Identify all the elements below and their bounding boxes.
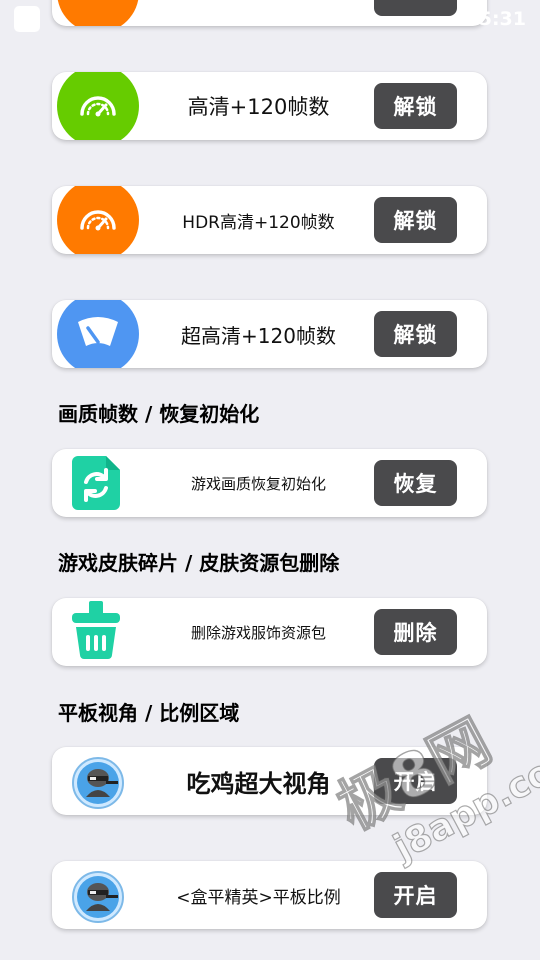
quality-reset-card: 游戏画质恢复初始化 恢复 — [52, 449, 487, 517]
section-title-skin-fragments: 游戏皮肤碎片 / 皮肤资源包删除 — [58, 551, 340, 575]
delete-button[interactable]: 删除 — [374, 609, 457, 655]
section-title-tablet-view: 平板视角 / 比例区域 — [58, 701, 240, 725]
partial-card — [52, 0, 487, 26]
notification-icon — [14, 6, 40, 32]
uhd-120fps-label: 超高清+120帧数 — [181, 323, 336, 348]
tablet-ratio-label: <盒平精英>平板比例 — [176, 887, 341, 908]
hdr-120fps-label: HDR高清+120帧数 — [182, 212, 335, 233]
uhd-120fps-card: 超高清+120帧数 解锁 — [52, 300, 487, 368]
restore-button[interactable]: 恢复 — [374, 460, 457, 506]
delete-skin-pack-label: 删除游戏服饰资源包 — [190, 623, 326, 642]
tablet-ratio-card: <盒平精英>平板比例 开启 — [52, 861, 487, 929]
speedometer-icon — [57, 186, 139, 254]
wide-view-label: 吃鸡超大视角 — [186, 769, 331, 798]
unlock-button-hd[interactable]: 解锁 — [374, 83, 457, 129]
hd-120fps-card: 高清+120帧数 解锁 — [52, 72, 487, 140]
quality-reset-label: 游戏画质恢复初始化 — [190, 474, 326, 493]
unlock-button-hdr[interactable]: 解锁 — [374, 197, 457, 243]
hd-120fps-label: 高清+120帧数 — [187, 95, 330, 119]
section-title-quality-reset: 画质帧数 / 恢复初始化 — [58, 402, 260, 426]
game-avatar-icon — [70, 869, 126, 925]
delete-skin-pack-card: 删除游戏服饰资源包 删除 — [52, 598, 487, 666]
enable-button-tablet-ratio[interactable]: 开启 — [374, 872, 457, 918]
speedometer-icon — [57, 72, 139, 140]
hdr-120fps-card: HDR高清+120帧数 解锁 — [52, 186, 487, 254]
gauge-icon — [57, 300, 139, 368]
refresh-icon — [68, 455, 124, 511]
game-avatar-icon — [70, 755, 126, 811]
enable-button-wide-view[interactable]: 开启 — [374, 758, 457, 804]
basket-icon — [68, 601, 124, 659]
unlock-button-uhd[interactable]: 解锁 — [374, 311, 457, 357]
wide-view-card: 吃鸡超大视角 开启 — [52, 747, 487, 815]
partial-card-button[interactable] — [374, 0, 457, 16]
partial-card-icon — [57, 0, 139, 26]
